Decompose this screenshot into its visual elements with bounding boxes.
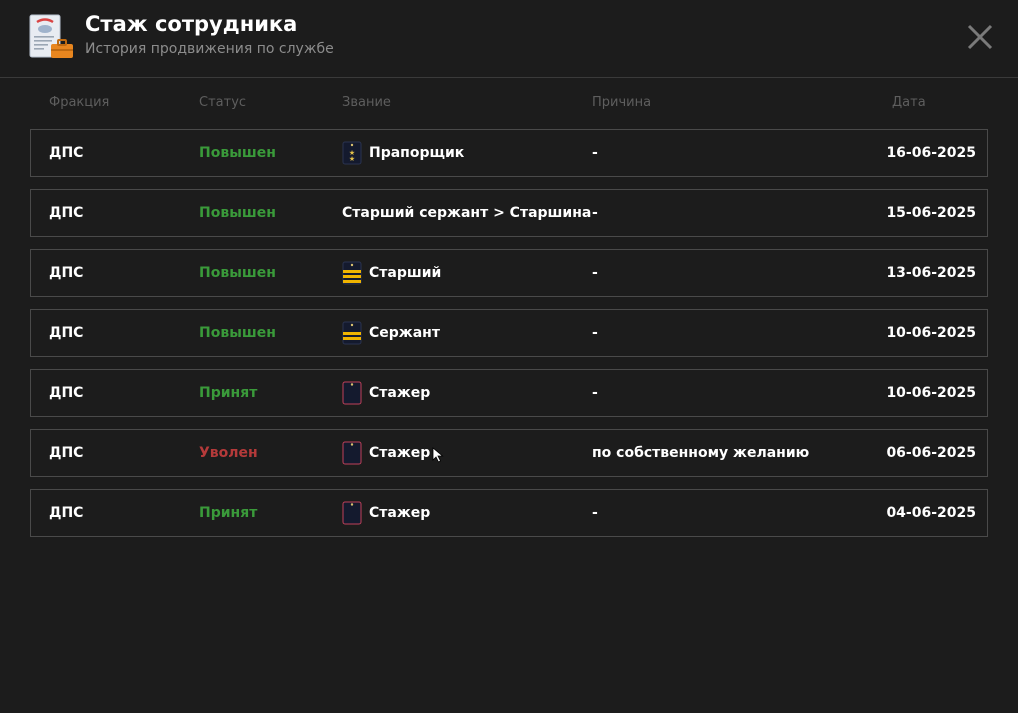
- sergeant-stripes-badge-icon: [342, 321, 362, 345]
- trainee-badge-icon: [342, 501, 362, 525]
- status-cell: Принят: [199, 505, 258, 521]
- faction-cell: ДПС: [49, 265, 84, 281]
- faction-cell: ДПС: [49, 325, 84, 341]
- reason-cell: -: [592, 145, 598, 161]
- reason-cell: -: [592, 265, 598, 281]
- column-header-date: Дата: [892, 95, 926, 110]
- rank-label: Стажер: [369, 385, 431, 401]
- reason-cell: -: [592, 385, 598, 401]
- rank-cell: Старший: [342, 250, 441, 296]
- date-cell: 15-06-2025: [886, 205, 976, 221]
- status-cell: Повышен: [199, 205, 276, 221]
- trainee-badge-icon: [342, 441, 362, 465]
- ensign-badge-icon: ★ ★: [342, 141, 362, 165]
- window-title: Стаж сотрудника: [85, 12, 298, 36]
- rank-cell: Старший сержант > Старшина: [342, 190, 591, 236]
- faction-cell: ДПС: [49, 505, 84, 521]
- column-header-rank: Звание: [342, 95, 391, 110]
- column-header-status: Статус: [199, 95, 247, 110]
- rank-cell: Сержант: [342, 310, 440, 356]
- close-icon[interactable]: [962, 20, 998, 54]
- table-row[interactable]: ДПС Уволен Стажер по собственному желани…: [30, 429, 988, 477]
- table-row[interactable]: ДПС Принят Стажер - 04-06-2025: [30, 489, 988, 537]
- trainee-badge-icon: [342, 381, 362, 405]
- table-row[interactable]: ДПС Повышен Старший сержант > Старшина -…: [30, 189, 988, 237]
- status-cell: Повышен: [199, 145, 276, 161]
- reason-cell: -: [592, 205, 598, 221]
- table-row[interactable]: ДПС Принят Стажер - 10-06-2025: [30, 369, 988, 417]
- table-row[interactable]: ДПС Повышен Сержант - 10-06-2025: [30, 309, 988, 357]
- senior-stripes-badge-icon: [342, 261, 362, 285]
- reason-cell: -: [592, 325, 598, 341]
- date-cell: 10-06-2025: [886, 385, 976, 401]
- date-cell: 16-06-2025: [886, 145, 976, 161]
- date-cell: 06-06-2025: [886, 445, 976, 461]
- rank-label: Сержант: [369, 325, 440, 341]
- column-header-reason: Причина: [592, 95, 652, 110]
- window-header: Стаж сотрудника История продвижения по с…: [0, 0, 1018, 78]
- rank-label: Стажер: [369, 445, 431, 461]
- mouse-cursor-icon: [432, 447, 444, 463]
- document-briefcase-icon: [29, 14, 73, 58]
- status-cell: Повышен: [199, 265, 276, 281]
- svg-text:★: ★: [349, 155, 355, 163]
- column-header-faction: Фракция: [49, 95, 110, 110]
- rank-cell: Стажер: [342, 490, 430, 536]
- window-subtitle: История продвижения по службе: [85, 41, 334, 57]
- date-cell: 10-06-2025: [886, 325, 976, 341]
- rank-label: Старший сержант > Старшина: [342, 205, 592, 221]
- reason-cell: по собственному желанию: [592, 445, 810, 461]
- rank-label: Старший: [369, 265, 442, 281]
- status-cell: Уволен: [199, 445, 258, 461]
- status-cell: Повышен: [199, 325, 276, 341]
- table-row[interactable]: ДПС Повышен Старший - 13-06-2025: [30, 249, 988, 297]
- faction-cell: ДПС: [49, 445, 84, 461]
- faction-cell: ДПС: [49, 385, 84, 401]
- faction-cell: ДПС: [49, 205, 84, 221]
- reason-cell: -: [592, 505, 598, 521]
- faction-cell: ДПС: [49, 145, 84, 161]
- service-record-window: Стаж сотрудника История продвижения по с…: [0, 0, 1018, 713]
- rank-label: Стажер: [369, 505, 431, 521]
- rank-cell: ★ ★ Прапорщик: [342, 130, 464, 176]
- rank-cell: Стажер: [342, 370, 430, 416]
- date-cell: 13-06-2025: [886, 265, 976, 281]
- rank-label: Прапорщик: [369, 145, 465, 161]
- table-row[interactable]: ДПС Повышен ★ ★ Прапорщик - 16-06-2025: [30, 129, 988, 177]
- status-cell: Принят: [199, 385, 258, 401]
- rank-cell: Стажер: [342, 430, 430, 476]
- date-cell: 04-06-2025: [886, 505, 976, 521]
